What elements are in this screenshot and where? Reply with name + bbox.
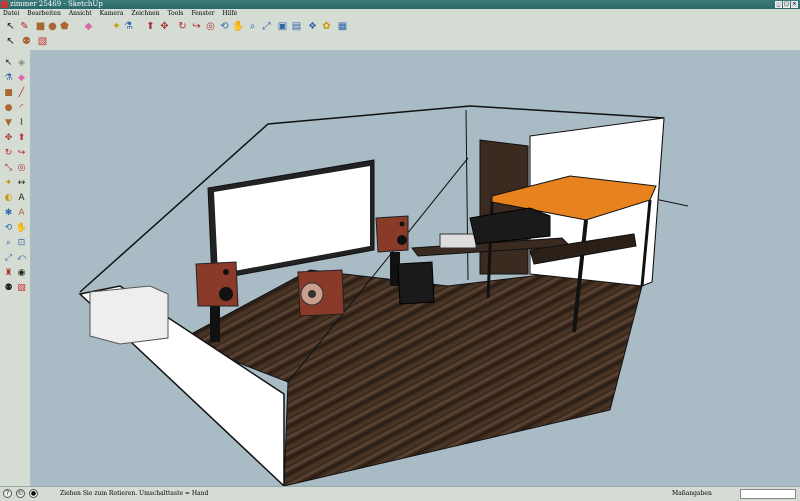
orbit-icon[interactable]: ⟲	[218, 20, 231, 32]
follow-me-icon[interactable]: ↪	[190, 20, 203, 32]
scene-drawing	[78, 105, 689, 486]
offset-icon[interactable]: ◎	[204, 20, 217, 32]
av-receiver	[439, 233, 477, 249]
walk-tool-icon[interactable]: ⚉	[2, 281, 15, 294]
position-camera-tool-icon[interactable]: ♜	[2, 266, 15, 279]
rectangle-tool-icon[interactable]: ■	[2, 86, 15, 99]
move-tool-icon[interactable]: ✥	[2, 131, 15, 144]
place-model-icon[interactable]: ✿	[320, 20, 333, 32]
zoom-icon[interactable]: ⌕	[246, 20, 259, 32]
black-speaker-box	[397, 261, 435, 305]
arc-tool-icon[interactable]: ◜	[15, 101, 28, 114]
zoom-tool-icon[interactable]: ⌕	[2, 236, 15, 249]
cabinet	[89, 285, 169, 345]
menu-datei[interactable]: Datei	[3, 9, 19, 18]
main-toolbar: ↖ ✎ ■ ● ⬟ ◆ ✦ ⚗ ⬆ ✥ ↻ ↪ ◎ ⟲ ✋ ⌕ ⤢ ▣ ▤ ❖ ✿ ▦ ↖ ⚉ ▧	[0, 18, 800, 51]
left-speaker	[195, 261, 239, 307]
status-message: Ziehen Sie zum Rotieren. Umschalttaste =…	[60, 490, 209, 497]
measurements-input[interactable]	[740, 489, 796, 499]
sketchup-app-icon	[1, 1, 8, 8]
pan-tool-icon[interactable]: ✋	[15, 221, 28, 234]
move-icon[interactable]: ✥	[158, 20, 171, 32]
status-bar: ? © ● Ziehen Sie zum Rotieren. Umschaltt…	[0, 486, 800, 501]
close-button[interactable]: ×	[791, 1, 798, 8]
make-component-icon[interactable]: ◈	[15, 56, 28, 69]
measurements-label: Maßangaben	[672, 490, 712, 497]
text-tool-icon[interactable]: A	[15, 191, 28, 204]
eraser-icon[interactable]: ◆	[82, 20, 95, 32]
polygon-icon[interactable]: ⬟	[58, 20, 71, 32]
push-pull-icon[interactable]: ⬆	[144, 20, 157, 32]
large-tool-set: ↖ ◈ ⚗ ◆ ■ ╱ ● ◜ ▼ ⌇ ✥ ⬆ ↻ ↪ ⤡ ◎ ✦ ↔ ◐ A ✱ A ⟲ ✋ ⌕ ⊡ ⤢ ⤺ ♜ ◉ ⚉ ▧	[0, 50, 31, 486]
paint-tool-icon[interactable]: ⚗	[2, 71, 15, 84]
menu-ansicht[interactable]: Ansicht	[69, 9, 92, 18]
menu-hilfe[interactable]: Hilfe	[223, 9, 238, 18]
share-model-icon[interactable]: ▤	[290, 20, 303, 32]
section-plane-tool-icon[interactable]: ▧	[15, 281, 28, 294]
select-tool-icon[interactable]: ↖	[2, 56, 15, 69]
zoom-extents-icon[interactable]: ⤢	[260, 20, 273, 32]
photo-texture-icon[interactable]: ▦	[336, 20, 349, 32]
paint-bucket-icon[interactable]: ⚗	[122, 20, 135, 32]
scale-tool-icon[interactable]: ⤡	[2, 161, 15, 174]
look-around-tool-icon[interactable]: ◉	[15, 266, 28, 279]
roof-edge	[465, 109, 469, 281]
pan-icon[interactable]: ✋	[232, 20, 245, 32]
freehand-tool-icon[interactable]: ⌇	[15, 116, 28, 129]
pencil-icon[interactable]: ✎	[18, 20, 31, 32]
protractor-tool-icon[interactable]: ◐	[2, 191, 15, 204]
window-controls: _ □ ×	[775, 1, 798, 8]
eraser-tool-icon[interactable]: ◆	[15, 71, 28, 84]
menu-bar: Datei Bearbeiten Ansicht Kamera Zeichnen…	[0, 9, 800, 18]
line-tool-icon[interactable]: ╱	[15, 86, 28, 99]
select-small-icon[interactable]: ↖	[4, 35, 17, 47]
previous-view-tool-icon[interactable]: ⤺	[15, 251, 28, 264]
axes-tool-icon[interactable]: ✱	[2, 206, 15, 219]
credits-icon[interactable]: ©	[16, 489, 25, 498]
get-models-icon[interactable]: ▣	[276, 20, 289, 32]
rotate-icon[interactable]: ↻	[176, 20, 189, 32]
maximize-button[interactable]: □	[783, 1, 790, 8]
offset-tool-icon[interactable]: ◎	[15, 161, 28, 174]
push-pull-tool-icon[interactable]: ⬆	[15, 131, 28, 144]
title-bar: zimmer 25469 - SketchUp _ □ ×	[0, 0, 800, 9]
menu-kamera[interactable]: Kamera	[100, 9, 124, 18]
window-title: zimmer 25469 - SketchUp	[10, 0, 103, 8]
screen-surface	[214, 166, 370, 274]
section-icon[interactable]: ▧	[36, 35, 49, 47]
follow-me-tool-icon[interactable]: ↪	[15, 146, 28, 159]
components-icon[interactable]: ❖	[306, 20, 319, 32]
geo-location-icon[interactable]: ?	[3, 489, 12, 498]
zoom-window-tool-icon[interactable]: ⊡	[15, 236, 28, 249]
left-speaker-stand	[210, 306, 220, 342]
orbit-tool-icon[interactable]: ⟲	[2, 221, 15, 234]
right-speaker	[375, 215, 409, 253]
rotate-tool-icon[interactable]: ↻	[2, 146, 15, 159]
menu-tools[interactable]: Tools	[168, 9, 184, 18]
menu-fenster[interactable]: Fenster	[191, 9, 214, 18]
3d-text-tool-icon[interactable]: A	[15, 206, 28, 219]
walk-icon[interactable]: ⚉	[20, 35, 33, 47]
dimension-tool-icon[interactable]: ↔	[15, 176, 28, 189]
tape-tool-icon[interactable]: ✦	[2, 176, 15, 189]
menu-bearbeiten[interactable]: Bearbeiten	[27, 9, 61, 18]
minimize-button[interactable]: _	[775, 1, 782, 8]
zoom-extents-tool-icon[interactable]: ⤢	[2, 251, 15, 264]
circle-tool-icon[interactable]: ●	[2, 101, 15, 114]
select-icon[interactable]: ↖	[4, 20, 17, 32]
user-icon[interactable]: ●	[29, 489, 38, 498]
polygon-tool-icon[interactable]: ▼	[2, 116, 15, 129]
model-viewport[interactable]	[30, 50, 800, 486]
menu-zeichnen[interactable]: Zeichnen	[131, 9, 159, 18]
